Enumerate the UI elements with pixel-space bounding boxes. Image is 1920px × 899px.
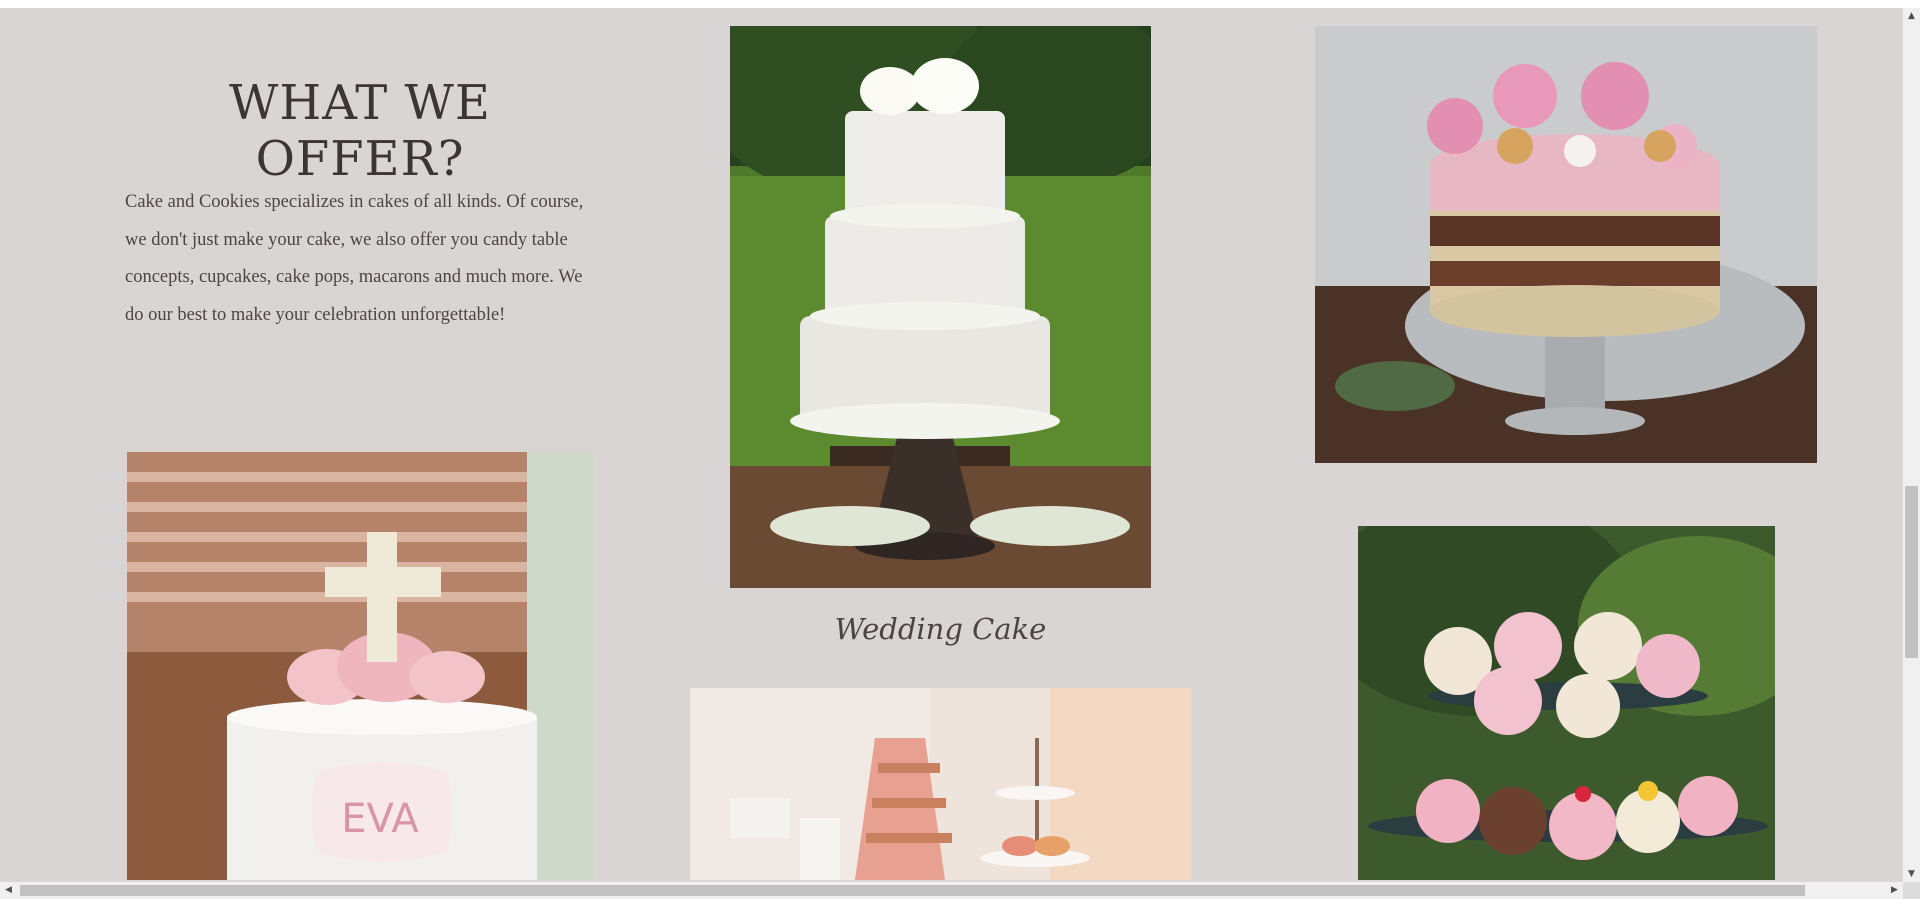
cupcakes-photo[interactable] <box>1358 526 1775 880</box>
vertical-scroll-thumb[interactable] <box>1905 486 1918 658</box>
section-heading: WHAT WE OFFER? <box>229 75 491 187</box>
scroll-up-icon[interactable]: ▲ <box>1903 8 1920 25</box>
wedding-cake-photo[interactable] <box>730 26 1151 588</box>
scroll-down-icon[interactable]: ▼ <box>1903 866 1920 883</box>
horizontal-scrollbar[interactable]: ◀ ▶ <box>0 882 1903 899</box>
candy-table-photo[interactable] <box>690 688 1191 880</box>
svg-text:EVA: EVA <box>341 796 419 842</box>
intro-paragraph: Cake and Cookies specializes in cakes of… <box>125 192 584 325</box>
scroll-right-icon[interactable]: ▶ <box>1886 882 1903 899</box>
christening-cake-photo[interactable]: EVA <box>127 452 594 880</box>
scrollbar-corner <box>1903 882 1920 899</box>
horizontal-scroll-thumb[interactable] <box>20 885 1805 896</box>
drip-cake-photo[interactable] <box>1315 26 1817 463</box>
scroll-left-icon[interactable]: ◀ <box>0 882 17 899</box>
browser-top-edge <box>0 0 1920 8</box>
wedding-cake-caption: Wedding Cake <box>834 612 1047 646</box>
vertical-scrollbar[interactable]: ▲ ▼ <box>1903 8 1920 883</box>
